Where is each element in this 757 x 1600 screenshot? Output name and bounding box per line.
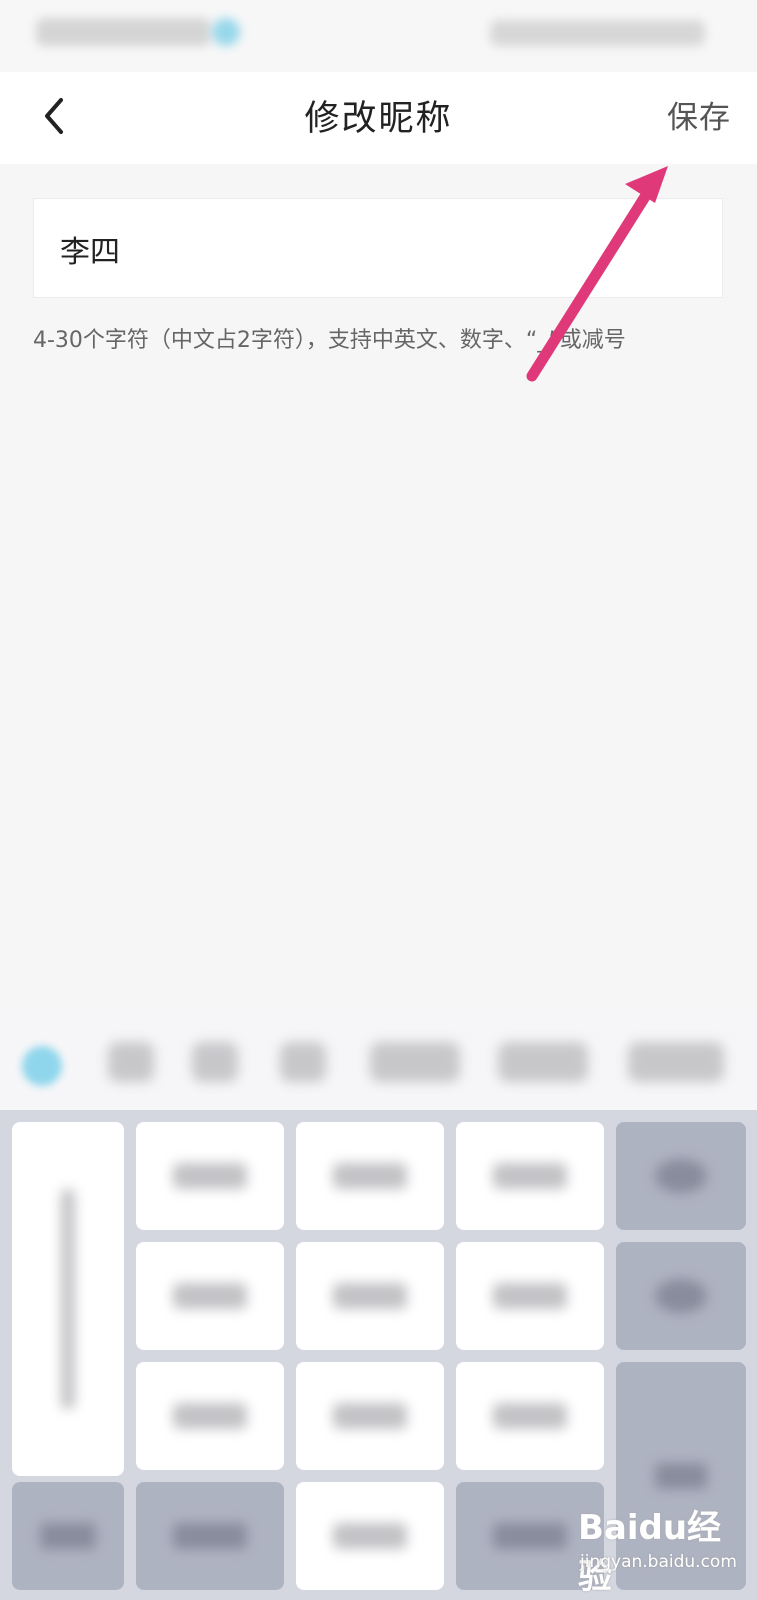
keyboard-emoji-key[interactable] (616, 1242, 746, 1350)
keyboard-key[interactable] (136, 1362, 284, 1470)
watermark-url: jingyan.baidu.com (580, 1552, 737, 1572)
keyboard-key[interactable] (296, 1122, 444, 1230)
keyboard-key[interactable] (296, 1362, 444, 1470)
keyboard-symbol-column[interactable] (12, 1122, 124, 1476)
screen: 修改昵称 保存 4-30个字符（中文占2字符），支持中英文、数字、“_”或减号 (0, 0, 757, 1600)
keyboard-space-key[interactable] (296, 1482, 444, 1590)
watermark-logo: Baidu经验 (578, 1508, 722, 1597)
keyboard-key[interactable] (296, 1242, 444, 1350)
keyboard-key[interactable] (456, 1122, 604, 1230)
candidate-blurred (370, 1042, 460, 1082)
candidate-blurred (192, 1042, 238, 1082)
keyboard-key[interactable] (12, 1482, 124, 1590)
candidate-blurred (628, 1042, 724, 1082)
keyboard-candidate-bar (0, 1010, 757, 1110)
keyboard-key[interactable] (456, 1362, 604, 1470)
candidate-blurred (498, 1042, 588, 1082)
candidate-blurred (280, 1042, 326, 1082)
watermark: Baidu经验 jingyan.baidu.com (578, 1500, 748, 1597)
keyboard-backspace-key[interactable] (616, 1122, 746, 1230)
keyboard-key[interactable] (136, 1482, 284, 1590)
candidate-blurred (108, 1042, 154, 1082)
keyboard-key[interactable] (456, 1242, 604, 1350)
keyboard-logo-icon (22, 1046, 62, 1086)
arrow-icon (526, 166, 668, 382)
keyboard-key[interactable] (136, 1242, 284, 1350)
keyboard-key[interactable] (136, 1122, 284, 1230)
